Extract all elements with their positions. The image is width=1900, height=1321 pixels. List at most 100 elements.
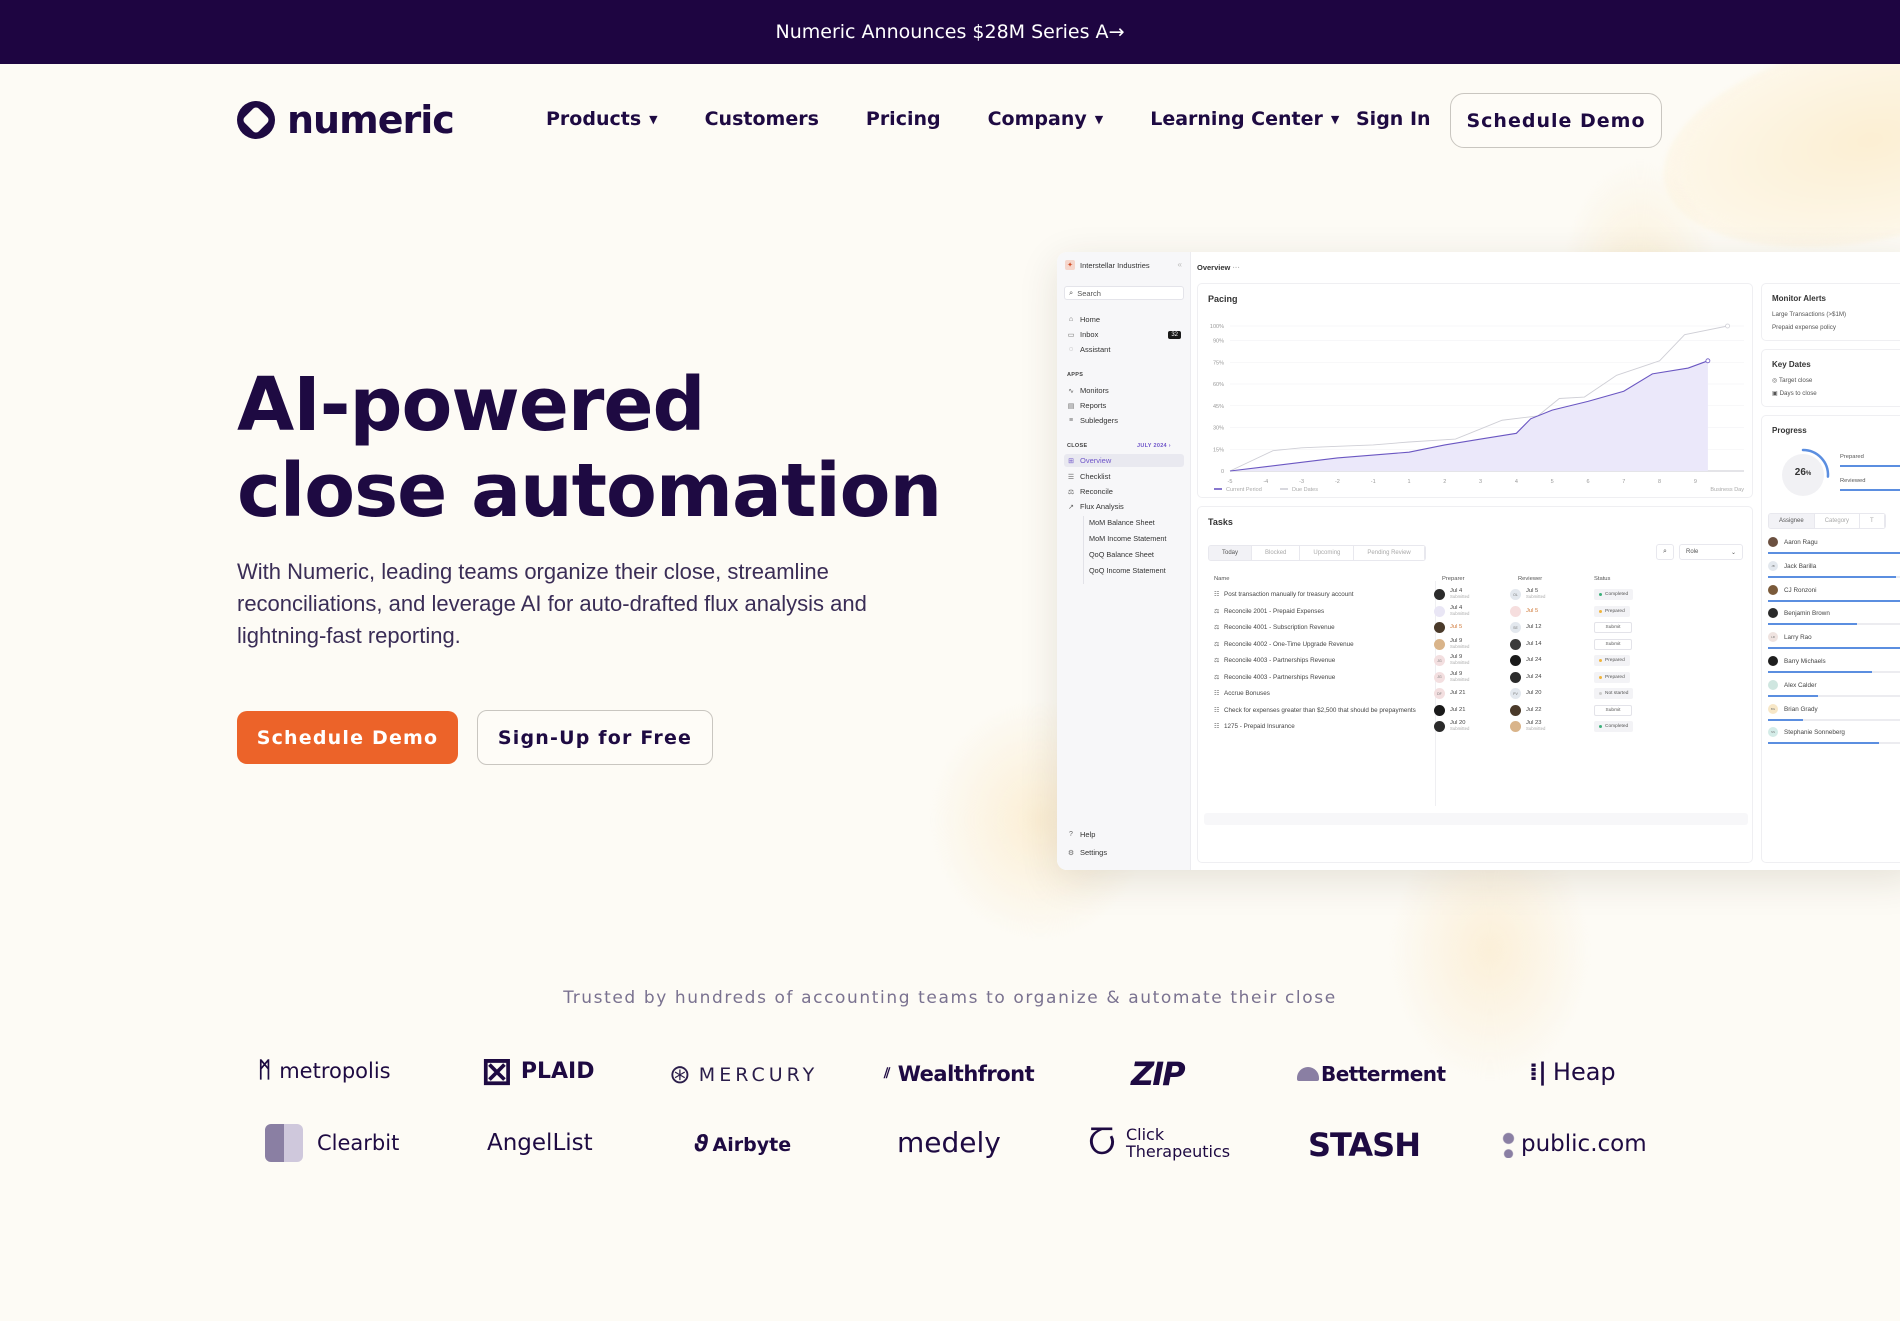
tab-blocked: Blocked bbox=[1252, 546, 1301, 560]
x-tick-label: -1 bbox=[1371, 479, 1376, 485]
nav-company[interactable]: Company ▼ bbox=[988, 108, 1104, 130]
assignee-row: CJ Ronzoni bbox=[1768, 584, 1900, 609]
schedule-demo-button[interactable]: Schedule Demo bbox=[237, 711, 458, 764]
sidebar-item-checklist: ☰ Checklist bbox=[1067, 472, 1185, 481]
nav-products[interactable]: Products ▼ bbox=[546, 108, 658, 130]
tasks-title: Tasks bbox=[1208, 517, 1233, 527]
close-period-label: JULY 2024 bbox=[1137, 443, 1167, 449]
alert-item: Large Transactions (>$1M) bbox=[1772, 311, 1847, 318]
sign-up-free-button[interactable]: Sign-Up for Free bbox=[477, 710, 713, 765]
date-sub: Submitted bbox=[1450, 594, 1470, 599]
numeric-logo[interactable]: numeric bbox=[237, 98, 455, 142]
hero-title-line2: close automation bbox=[237, 448, 942, 534]
public-icon bbox=[1502, 1130, 1515, 1158]
nav-pricing[interactable]: Pricing bbox=[866, 108, 941, 130]
nav-learning-center[interactable]: Learning Center ▼ bbox=[1150, 108, 1339, 130]
x-axis-label: Business Day bbox=[1710, 487, 1744, 493]
task-row: ⚖ Reconcile 4003 - Partnerships Revenue JG… bbox=[1208, 670, 1744, 686]
date-text: Jul 20 bbox=[1526, 690, 1542, 696]
key-date-item: ◎ Target close bbox=[1772, 377, 1812, 384]
announcement-banner[interactable]: Numeric Announces $28M Series A → bbox=[0, 0, 1900, 64]
airbyte-icon: ϑ bbox=[694, 1132, 709, 1157]
progress-card: Progress 26% Prepared Reviewed Assignee … bbox=[1761, 415, 1900, 863]
y-tick-label: 100% bbox=[1210, 324, 1224, 330]
assignee-progress-fill bbox=[1768, 671, 1872, 673]
sidebar-item-home: ⌂ Home bbox=[1067, 315, 1185, 324]
tab-today: Today bbox=[1209, 546, 1253, 560]
nav-customers[interactable]: Customers bbox=[705, 108, 819, 130]
reviewer-date: Jul 14 bbox=[1526, 641, 1541, 647]
help-icon: ? bbox=[1069, 831, 1073, 838]
task-name: Reconcile 4002 - One-Time Upgrade Revenu… bbox=[1224, 640, 1354, 648]
logo-text: metropolis bbox=[279, 1058, 391, 1083]
sidebar-search: ⌕ Search bbox=[1064, 286, 1184, 300]
assignee-avatar: BG bbox=[1768, 703, 1778, 714]
search-icon: ⌕ bbox=[1069, 288, 1074, 297]
assignee-progress-track bbox=[1768, 599, 1900, 602]
inbox-icon: ▭ bbox=[1067, 331, 1075, 339]
nav-schedule-demo-button[interactable]: Schedule Demo bbox=[1450, 93, 1662, 148]
logo-metropolis: ᛗ metropolis bbox=[258, 1058, 391, 1083]
logo-betterment: Betterment bbox=[1297, 1062, 1446, 1086]
assignee-name: CJ Ronzoni bbox=[1784, 586, 1817, 594]
checklist-icon: ☷ bbox=[1214, 707, 1220, 714]
task-row: ⚖ Reconcile 4001 - Subscription Revenue Ju… bbox=[1208, 620, 1744, 636]
target-icon: ◎ bbox=[1772, 377, 1778, 384]
current-period-area bbox=[1230, 360, 1708, 471]
x-tick-label: 6 bbox=[1586, 479, 1589, 485]
assignee-progress-fill bbox=[1768, 647, 1900, 650]
x-tick-label: 9 bbox=[1694, 479, 1697, 485]
flux-item: QoQ Income Statement bbox=[1089, 566, 1166, 575]
heap-icon: ⁞| bbox=[1529, 1058, 1547, 1086]
y-tick-label: 30% bbox=[1213, 426, 1224, 432]
org-name: Interstellar Industries bbox=[1080, 260, 1150, 270]
date-sub: Submitted bbox=[1450, 643, 1470, 649]
logo-click-therapeutics: Ⴀ Click Therapeutics bbox=[1088, 1124, 1236, 1162]
logo-public: public.com bbox=[1502, 1130, 1647, 1158]
assignee-progress-track bbox=[1768, 742, 1900, 745]
announcement-text[interactable]: Numeric Announces $28M Series A bbox=[776, 21, 1109, 43]
logo-text: STASH bbox=[1308, 1126, 1421, 1164]
assignee-avatar bbox=[1768, 656, 1778, 666]
flux-item: QoQ Balance Sheet bbox=[1089, 550, 1154, 559]
nav-label: Learning Center bbox=[1150, 108, 1323, 130]
assignee-avatar bbox=[1768, 584, 1778, 595]
assignee-name: Jack Barilla bbox=[1784, 562, 1817, 570]
task-row: ⚖ Reconcile 4002 - One-Time Upgrade Reven… bbox=[1208, 637, 1744, 653]
page-title-text: Overview bbox=[1197, 263, 1231, 272]
reviewer-date: Jul 22 bbox=[1526, 707, 1541, 713]
reconcile-icon: ⚖ bbox=[1214, 641, 1220, 648]
logo-text: PLAID bbox=[520, 1058, 595, 1084]
logo-heap: ⁞| Heap bbox=[1529, 1058, 1616, 1086]
y-tick-label: 45% bbox=[1213, 404, 1224, 410]
logo-airbyte: ϑ Airbyte bbox=[694, 1132, 791, 1157]
task-row: ☷ Accrue Bonuses DF Jul 21 PV Jul 20 Not start… bbox=[1208, 686, 1744, 702]
task-name: Check for expenses greater than $2,500 t… bbox=[1224, 706, 1416, 714]
column-header-status: Status bbox=[1594, 576, 1611, 582]
assignee-row: Benjamin Brown bbox=[1768, 608, 1900, 632]
task-name: Reconcile 2001 - Prepaid Expenses bbox=[1224, 607, 1325, 615]
reviewer-avatar: SE bbox=[1510, 622, 1521, 633]
task-name: Reconcile 4003 - Partnerships Revenue bbox=[1224, 673, 1336, 681]
preparer-avatar bbox=[1434, 721, 1445, 732]
org-switcher: ✦ Interstellar Industries bbox=[1065, 260, 1150, 270]
progress-title: Progress bbox=[1772, 426, 1807, 435]
sign-in-link[interactable]: Sign In bbox=[1356, 108, 1431, 130]
tasks-search-icon: ⌕ bbox=[1656, 544, 1674, 560]
reviewer-date: Jul 24 bbox=[1526, 674, 1541, 680]
status-dot bbox=[1599, 659, 1602, 662]
task-name: Reconcile 4001 - Subscription Revenue bbox=[1224, 624, 1335, 631]
hero-subtitle: With Numeric, leading teams organize the… bbox=[237, 559, 867, 648]
plaid-icon: ⊠ bbox=[481, 1049, 513, 1093]
preparer-avatar bbox=[1434, 589, 1445, 600]
caret-down-icon: ▼ bbox=[1094, 112, 1104, 126]
sidebar-label: Reports bbox=[1080, 401, 1107, 410]
assignee-avatar: JB bbox=[1768, 560, 1778, 571]
flux-item: MoM Balance Sheet bbox=[1089, 518, 1155, 527]
logo-zip: ZIP bbox=[1131, 1055, 1186, 1093]
date-sub: Submitted bbox=[1450, 726, 1470, 731]
assignee-row: BG Brian Grady bbox=[1768, 703, 1900, 728]
assignee-name: Larry Rao bbox=[1784, 634, 1812, 642]
flux-item: MoM Income Statement bbox=[1089, 534, 1167, 543]
preparer-date: Jul 21 bbox=[1450, 707, 1465, 713]
